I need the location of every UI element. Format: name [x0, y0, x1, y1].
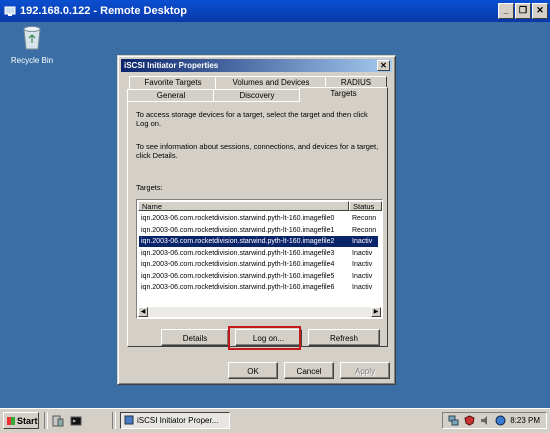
cancel-button[interactable]: Cancel — [284, 362, 334, 379]
target-status: Inactiv — [352, 249, 373, 257]
close-button[interactable]: ✕ — [532, 3, 548, 19]
recycle-bin[interactable]: Recycle Bin — [10, 24, 54, 65]
target-name: iqn.2003-06.com.rocketdivision.starwind.… — [141, 261, 335, 268]
dialog-title: iSCSI Initiator Properties — [124, 61, 219, 70]
remote-desktop-titlebar[interactable]: 192.168.0.122 - Remote Desktop _ ❐ ✕ — [0, 0, 550, 22]
table-row[interactable]: iqn.2003-06.com.rocketdivision.starwind.… — [139, 213, 378, 224]
taskbar-item-iscsi[interactable]: iSCSI Initiator Proper... — [120, 412, 230, 429]
apply-button[interactable]: Apply — [340, 362, 390, 379]
network-icon[interactable] — [448, 415, 459, 426]
window-title: 192.168.0.122 - Remote Desktop — [20, 5, 187, 17]
start-button[interactable]: Start — [3, 412, 39, 429]
ok-button[interactable]: OK — [228, 362, 278, 379]
target-name: iqn.2003-06.com.rocketdivision.starwind.… — [141, 226, 335, 234]
table-row[interactable]: iqn.2003-06.com.rocketdivision.starwind.… — [139, 271, 378, 282]
recycle-bin-icon — [23, 26, 41, 50]
dialog-close-button[interactable]: ✕ — [377, 60, 390, 71]
scroll-right-arrow[interactable]: ▶ — [371, 307, 381, 317]
column-header-name[interactable]: Name — [138, 201, 349, 211]
server-manager-icon[interactable] — [52, 415, 64, 427]
dialog-titlebar[interactable]: iSCSI Initiator Properties ✕ — [121, 59, 392, 72]
taskbar-separator — [112, 412, 116, 429]
scroll-left-arrow[interactable]: ◀ — [138, 307, 148, 317]
logon-highlight-box — [228, 326, 301, 350]
taskbar-separator — [44, 412, 48, 429]
target-name: iqn.2003-06.com.rocketdivision.starwind.… — [141, 249, 335, 257]
table-row[interactable]: iqn.2003-06.com.rocketdivision.starwind.… — [139, 236, 378, 247]
recycle-bin-label: Recycle Bin — [10, 56, 54, 65]
start-label: Start — [17, 416, 38, 426]
update-icon[interactable] — [495, 415, 506, 426]
restore-button[interactable]: ❐ — [515, 3, 531, 19]
target-name: iqn.2003-06.com.rocketdivision.starwind.… — [141, 284, 335, 291]
minimize-button[interactable]: _ — [498, 3, 514, 19]
targets-list[interactable]: Name Status iqn.2003-06.com.rocketdivisi… — [136, 199, 383, 319]
table-row[interactable]: iqn.2003-06.com.rocketdivision.starwind.… — [139, 282, 378, 293]
column-header-status[interactable]: Status — [349, 201, 382, 211]
target-status: Reconn — [352, 226, 377, 234]
target-name: iqn.2003-06.com.rocketdivision.starwind.… — [141, 238, 335, 245]
tab-favorite-targets[interactable]: Favorite Targets — [129, 76, 217, 90]
windows-flag-icon — [7, 417, 15, 425]
details-button[interactable]: Details — [161, 329, 229, 346]
security-icon[interactable] — [464, 415, 475, 426]
target-status: Inactiv — [352, 272, 373, 280]
targets-label: Targets: — [136, 183, 163, 192]
command-prompt-icon[interactable] — [70, 415, 82, 427]
taskbar: Start iSCSI Initiator Proper... 8:23 PM — [0, 408, 550, 433]
logon-instruction: To access storage devices for a target, … — [136, 110, 368, 128]
target-status: Reconn — [352, 215, 377, 222]
iscsi-app-icon — [124, 415, 134, 425]
remote-desktop-icon — [4, 6, 16, 16]
system-tray: 8:23 PM — [442, 412, 547, 429]
refresh-button[interactable]: Refresh — [308, 329, 380, 346]
details-instruction: To see information about sessions, conne… — [136, 142, 379, 160]
horizontal-scrollbar[interactable]: ◀ ▶ — [138, 307, 381, 317]
tab-targets[interactable]: Targets — [299, 87, 388, 102]
target-name: iqn.2003-06.com.rocketdivision.starwind.… — [141, 215, 335, 222]
table-row[interactable]: iqn.2003-06.com.rocketdivision.starwind.… — [139, 248, 378, 259]
target-status: Inactiv — [352, 284, 373, 291]
target-name: iqn.2003-06.com.rocketdivision.starwind.… — [141, 272, 335, 280]
target-status: Inactiv — [352, 238, 373, 245]
table-row[interactable]: iqn.2003-06.com.rocketdivision.starwind.… — [139, 225, 378, 236]
targets-panel: To access storage devices for a target, … — [127, 101, 388, 347]
clock[interactable]: 8:23 PM — [510, 413, 540, 428]
target-status: Inactiv — [352, 261, 373, 268]
volume-icon[interactable] — [480, 415, 491, 426]
table-row[interactable]: iqn.2003-06.com.rocketdivision.starwind.… — [139, 259, 378, 270]
taskbar-item-label: iSCSI Initiator Proper... — [137, 416, 219, 425]
